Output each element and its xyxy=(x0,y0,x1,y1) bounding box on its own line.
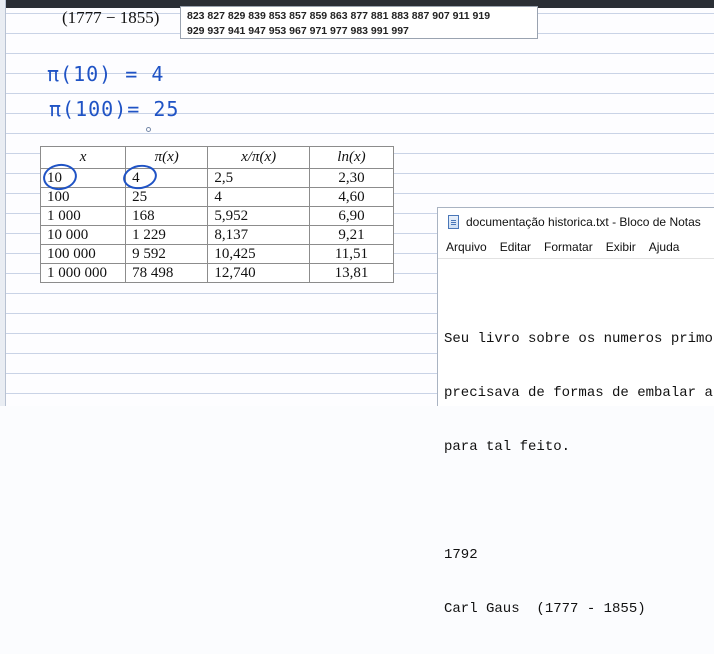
handwritten-pi-10: π(10) = 4 xyxy=(47,62,165,86)
notepad-line: para tal feito. xyxy=(444,439,571,455)
cell-ratio: 5,952 xyxy=(207,206,310,226)
notepad-line: precisava de formas de embalar as xyxy=(444,385,714,401)
notepad-titlebar[interactable]: documentação historica.txt - Bloco de No… xyxy=(438,208,714,236)
notepad-document-icon xyxy=(448,215,459,229)
menu-arquivo[interactable]: Arquivo xyxy=(446,240,487,254)
cell-ln: 6,90 xyxy=(308,206,395,226)
primes-line-2: 929 937 941 947 953 967 971 977 983 991 … xyxy=(187,25,409,37)
table-header-row: x π(x) x/π(x) ln(x) xyxy=(39,146,395,169)
header-ln-x: ln(x) xyxy=(308,146,395,169)
cell-ratio: 10,425 xyxy=(207,244,310,264)
cell-ratio: 4 xyxy=(207,187,310,207)
notepad-window[interactable]: documentação historica.txt - Bloco de No… xyxy=(437,207,714,617)
table-row: 1 000 168 5,952 6,90 xyxy=(39,206,395,226)
handwritten-pi-100: π(100)= 25 xyxy=(49,97,180,121)
table-row: 100 000 9 592 10,425 11,51 xyxy=(39,244,395,264)
table-row: 10 000 1 229 8,137 9,21 xyxy=(39,225,395,245)
cell-pi-x: 168 xyxy=(125,206,209,226)
cell-ratio: 2,5 xyxy=(207,168,310,188)
cell-x: 100 xyxy=(39,187,127,207)
notepad-title: documentação historica.txt - Bloco de No… xyxy=(466,215,701,229)
menu-editar[interactable]: Editar xyxy=(500,240,531,254)
cell-ratio: 12,740 xyxy=(207,263,310,283)
cell-ln: 4,60 xyxy=(308,187,395,207)
cell-ln: 11,51 xyxy=(308,244,395,264)
table-row: 1 000 000 78 498 12,740 13,81 xyxy=(39,263,395,283)
header-x-over-pi-x: x/π(x) xyxy=(207,146,310,169)
cell-ln: 9,21 xyxy=(308,225,395,245)
left-margin xyxy=(0,0,6,406)
cell-ln: 2,30 xyxy=(308,168,395,188)
notepad-line: 1792 xyxy=(444,547,478,563)
cell-x: 10 000 xyxy=(39,225,127,245)
cell-x: 1 000 000 xyxy=(39,263,127,283)
table-row: 100 25 4 4,60 xyxy=(39,187,395,207)
primes-line-1: 823 827 829 839 853 857 859 863 877 881 … xyxy=(187,10,491,22)
notepad-text-area[interactable]: Seu livro sobre os numeros primos precis… xyxy=(438,259,714,654)
cell-pi-x: 25 xyxy=(125,187,209,207)
primes-list-box: 823 827 829 839 853 857 859 863 877 881 … xyxy=(180,6,538,39)
notepad-menubar: Arquivo Editar Formatar Exibir Ajuda xyxy=(438,236,714,259)
cell-ln: 13,81 xyxy=(308,263,395,283)
notepad-line: Carl Gaus (1777 - 1855) xyxy=(444,601,646,617)
cell-pi-x: 9 592 xyxy=(125,244,209,264)
table-row: 10 4 2,5 2,30 xyxy=(39,168,395,188)
notepad-line xyxy=(444,492,714,510)
prime-counting-table: x π(x) x/π(x) ln(x) 10 4 2,5 2,30 100 25… xyxy=(39,146,395,283)
cell-ratio: 8,137 xyxy=(207,225,310,245)
menu-ajuda[interactable]: Ajuda xyxy=(649,240,680,254)
menu-formatar[interactable]: Formatar xyxy=(544,240,593,254)
cell-x: 100 000 xyxy=(39,244,127,264)
cell-pi-x: 1 229 xyxy=(125,225,209,245)
notepad-line: Seu livro sobre os numeros primos xyxy=(444,331,714,347)
pen-cursor-dot xyxy=(146,127,151,132)
cell-pi-x: 78 498 xyxy=(125,263,209,283)
gauss-years-fragment: (1777 − 1855) xyxy=(62,8,160,27)
cell-x: 1 000 xyxy=(39,206,127,226)
menu-exibir[interactable]: Exibir xyxy=(606,240,636,254)
